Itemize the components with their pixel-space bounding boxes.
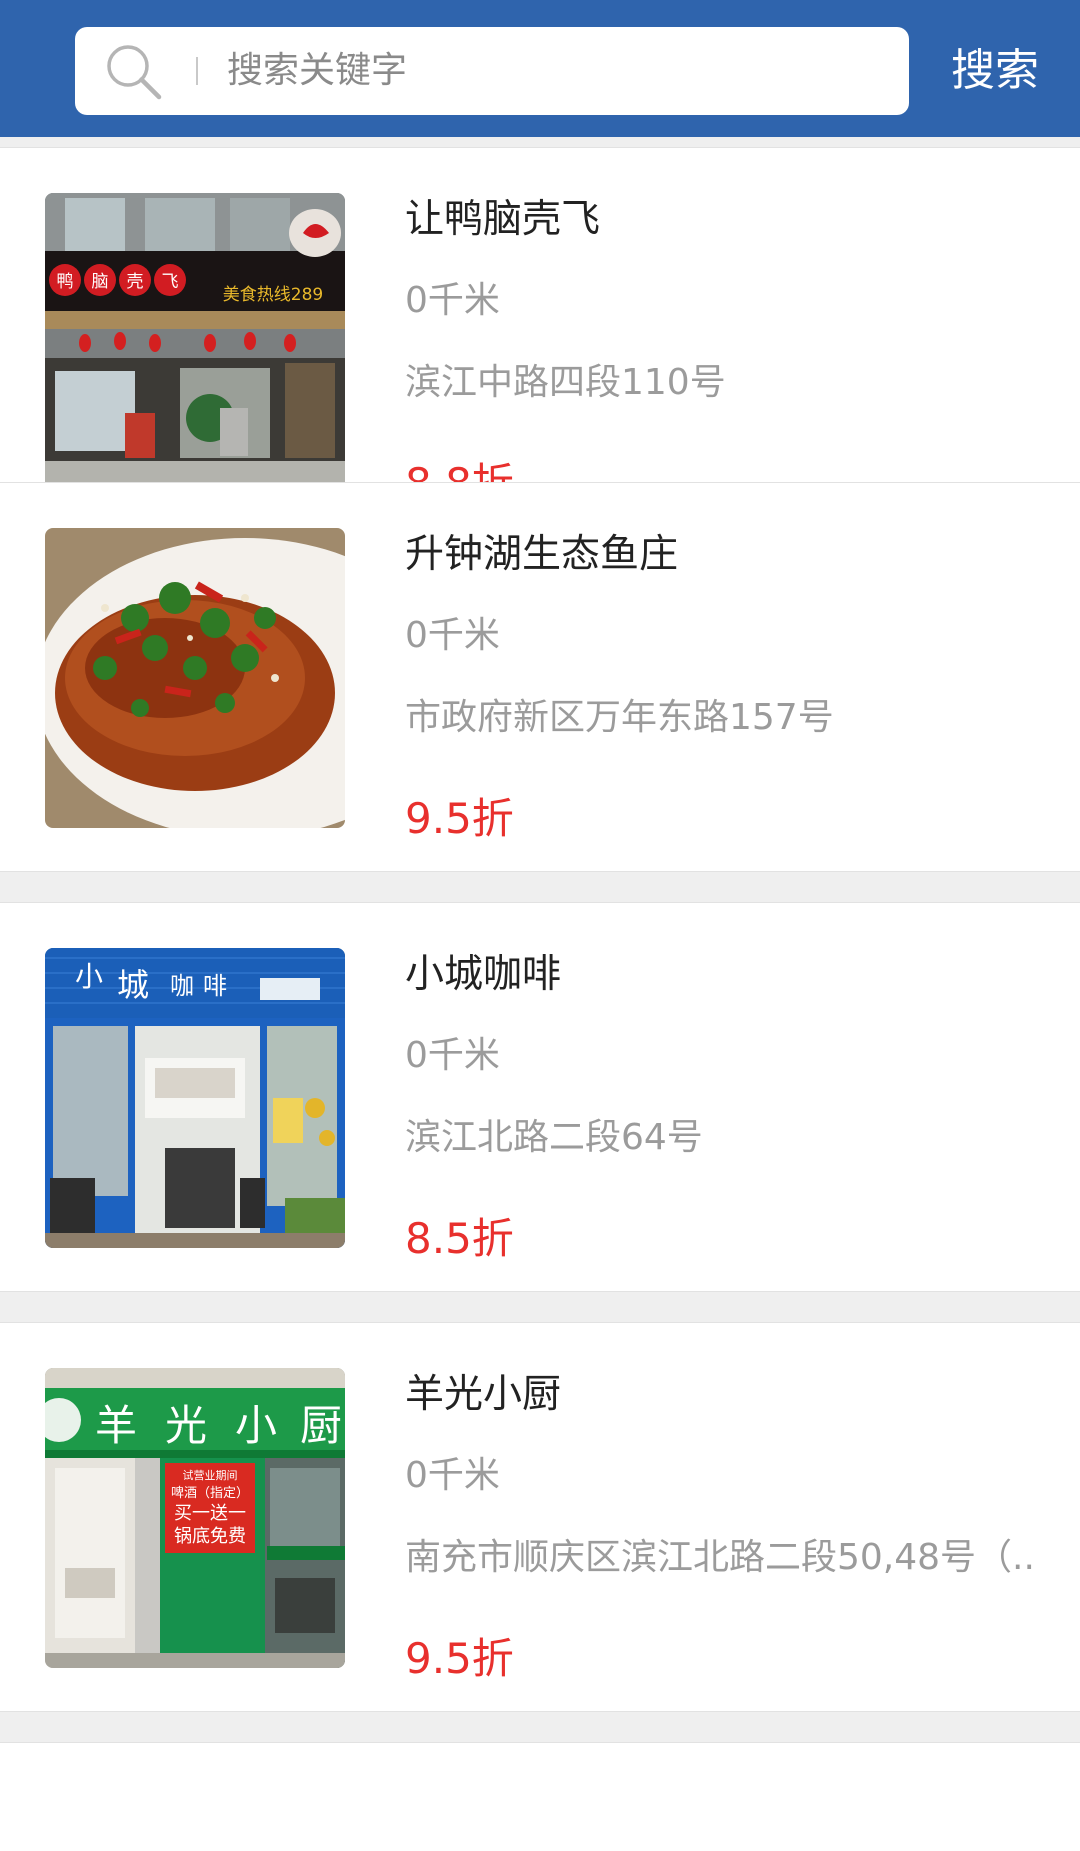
store-card[interactable]: 鸭 脑 壳 飞 美食热线289 让鸭脑壳飞 0千米 滨江中路四段110号 — [0, 147, 1080, 537]
store-card[interactable]: 小 城 咖 啡 小城咖啡 0千米 滨江北路二段64号 8.5折 — [0, 902, 1080, 1292]
sign-char: 小 — [75, 960, 103, 993]
search-input[interactable] — [227, 27, 887, 115]
poster-line: 买一送一 — [174, 1503, 246, 1524]
sign-char: 啡 — [203, 972, 227, 1000]
search-button[interactable]: 搜索 — [930, 27, 1060, 115]
store-discount: 9.5折 — [405, 794, 514, 843]
top-bar: 搜索 — [0, 0, 1080, 137]
store-name: 羊光小厨 — [405, 1372, 562, 1417]
sign-char: 羊 — [95, 1401, 137, 1450]
store-discount: 9.5折 — [405, 1634, 514, 1683]
store-address: 滨江北路二段64号 — [405, 1117, 703, 1158]
sign-char: 飞 — [162, 272, 179, 292]
poster-line: 锅底免费 — [174, 1526, 246, 1547]
sign-char: 厨 — [300, 1401, 342, 1450]
sign-char: 壳 — [127, 272, 144, 292]
store-photo — [45, 528, 345, 828]
store-address: 市政府新区万年东路157号 — [405, 697, 834, 738]
search-divider — [196, 57, 198, 85]
search-icon — [107, 45, 162, 100]
store-distance: 0千米 — [405, 1455, 500, 1496]
store-name: 让鸭脑壳飞 — [405, 197, 601, 242]
sign-char: 鸭 — [57, 272, 74, 292]
store-card[interactable] — [0, 1742, 1080, 1851]
sign-char: 咖 — [170, 972, 194, 1000]
store-card[interactable]: 升钟湖生态鱼庄 0千米 市政府新区万年东路157号 9.5折 — [0, 482, 1080, 872]
store-photo: 小 城 咖 啡 — [45, 948, 345, 1248]
store-address: 南充市顺庆区滨江北路二段50,48号（.. — [405, 1537, 1035, 1578]
sign-char: 脑 — [92, 272, 109, 292]
poster-line: 试营业期间 — [183, 1468, 238, 1482]
store-name: 小城咖啡 — [405, 952, 562, 997]
poster-line: 啤酒（指定） — [171, 1486, 249, 1501]
store-photo: 羊 光 小 厨 试营业期间 啤酒（指定） 买一送一 锅底免费 — [45, 1368, 345, 1668]
sign-char: 光 — [165, 1401, 207, 1450]
store-card[interactable]: 羊 光 小 厨 试营业期间 啤酒（指定） 买一送一 锅底免费 羊光小厨 0千米 … — [0, 1322, 1080, 1712]
search-box[interactable] — [75, 27, 909, 115]
store-address: 滨江中路四段110号 — [405, 362, 726, 403]
store-photo: 鸭 脑 壳 飞 美食热线289 — [45, 193, 345, 493]
store-distance: 0千米 — [405, 1035, 500, 1076]
store-distance: 0千米 — [405, 280, 500, 321]
store-distance: 0千米 — [405, 615, 500, 656]
store-name: 升钟湖生态鱼庄 — [405, 532, 679, 577]
hotline-sign-text: 美食热线289 — [223, 285, 323, 305]
sign-char: 城 — [117, 966, 149, 1004]
sign-char: 小 — [235, 1401, 277, 1450]
store-discount: 8.5折 — [405, 1214, 514, 1263]
